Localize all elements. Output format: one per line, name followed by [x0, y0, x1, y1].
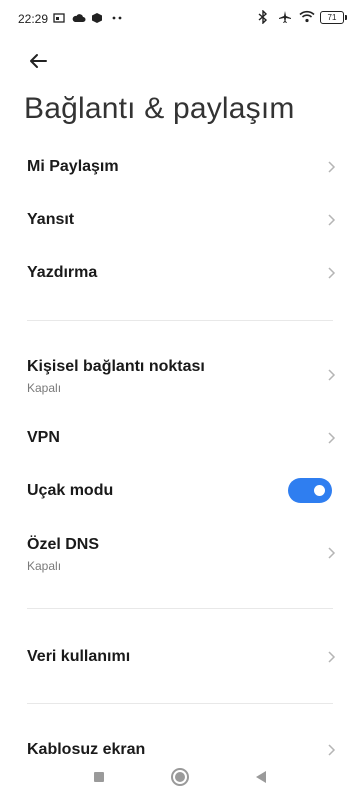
cast-item[interactable]: Yansıt: [0, 193, 360, 247]
private-dns-status: Kapalı: [27, 559, 62, 573]
image-icon: [53, 12, 67, 26]
box-icon: [91, 12, 105, 26]
home-circle-icon[interactable]: [170, 767, 190, 787]
clock: 22:29: [18, 12, 49, 26]
chevron-right-icon: [328, 651, 336, 663]
airplane-mode-toggle[interactable]: [288, 478, 332, 503]
chevron-right-icon: [328, 161, 336, 173]
print-item[interactable]: Yazdırma: [0, 246, 360, 300]
chevron-right-icon: [328, 267, 336, 279]
chevron-right-icon: [328, 432, 336, 444]
hotspot-label: Kişisel bağlantı noktası: [27, 358, 205, 375]
chevron-right-icon: [328, 547, 336, 559]
private-dns-item[interactable]: Özel DNS Kapalı: [0, 526, 360, 580]
mi-share-label: Mi Paylaşım: [27, 158, 119, 175]
section-divider: [27, 320, 333, 321]
cloud-icon: [72, 12, 86, 26]
page-title: Bağlantı & paylaşım: [24, 92, 295, 125]
vpn-label: VPN: [27, 429, 60, 446]
status-left: 22:29: [18, 12, 124, 26]
cast-label: Yansıt: [27, 211, 75, 228]
status-bar: 22:29 71: [0, 0, 360, 36]
bluetooth-icon: [257, 9, 271, 25]
section-divider: [27, 703, 333, 704]
battery-icon: 71: [320, 10, 347, 24]
back-triangle-icon[interactable]: [251, 767, 271, 787]
airplane-mode-item[interactable]: Uçak modu: [0, 464, 360, 518]
hotspot-item[interactable]: Kişisel bağlantı noktası Kapalı: [0, 348, 360, 402]
private-dns-label: Özel DNS: [27, 536, 100, 553]
hotspot-status: Kapalı: [27, 381, 62, 395]
data-usage-label: Veri kullanımı: [27, 648, 131, 665]
chevron-right-icon: [328, 214, 336, 226]
vpn-item[interactable]: VPN: [0, 411, 360, 465]
toggle-knob: [314, 485, 325, 496]
mi-share-item[interactable]: Mi Paylaşım: [0, 140, 360, 194]
print-label: Yazdırma: [27, 264, 98, 281]
dots-icon: [110, 12, 124, 26]
back-arrow-icon[interactable]: [26, 48, 52, 74]
wifi-icon: [299, 10, 315, 24]
status-right: 71: [257, 9, 347, 25]
data-usage-item[interactable]: Veri kullanımı: [0, 630, 360, 684]
airplane-mode-label: Uçak modu: [27, 482, 114, 499]
section-divider: [27, 608, 333, 609]
navigation-bar: [0, 755, 360, 799]
recents-square-icon[interactable]: [89, 767, 109, 787]
airplane-icon: [278, 10, 292, 24]
chevron-right-icon: [328, 369, 336, 381]
